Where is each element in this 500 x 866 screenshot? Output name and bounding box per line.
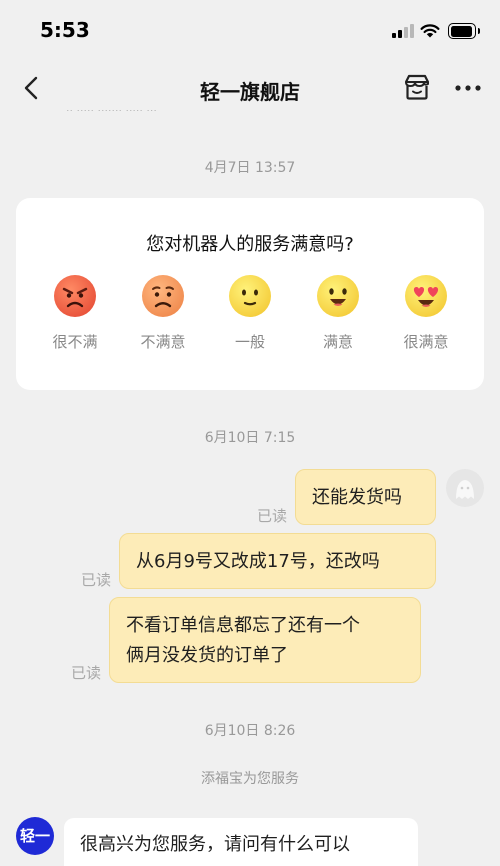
survey-question: 您对机器人的服务满意吗?: [146, 234, 354, 255]
rating-label: 满意: [322, 333, 353, 351]
rating-satisfied[interactable]: 满意: [302, 274, 374, 364]
status-time: 5:53: [40, 18, 90, 42]
status-bar: 5:53: [0, 0, 500, 60]
message-text: 还能发货吗: [312, 487, 402, 508]
message-bubble[interactable]: 还能发货吗: [295, 469, 436, 525]
rating-label: 很满意: [403, 333, 449, 351]
message-timestamp: 6月10日 8:26: [204, 723, 296, 739]
message-bubble[interactable]: 不看订单信息都忘了还有一个 俩月没发货的订单了: [109, 597, 421, 683]
bot-message-bubble[interactable]: 很高兴为您服务，请问有什么可以: [64, 818, 418, 866]
satisfaction-survey-card: 您对机器人的服务满意吗? 很不满 不满意 一般 满意 很满意: [16, 198, 484, 390]
chat-header: 轻一旗舰店: [0, 60, 500, 116]
read-status: 已读: [81, 571, 112, 589]
smile-face-icon: [317, 275, 359, 317]
wifi-icon: [420, 24, 440, 38]
message-timestamp: 4月7日 13:57: [204, 160, 296, 176]
rating-label: 很不满: [52, 333, 98, 351]
neutral-face-icon: [229, 275, 271, 317]
truncated-message-text: ·· ····· ······· ····· ···: [66, 110, 157, 117]
bot-avatar[interactable]: 轻一: [16, 817, 54, 855]
message-text: 从6月9号又改成17号，还改吗: [136, 551, 380, 572]
store-icon[interactable]: [401, 71, 433, 103]
message-text: 俩月没发货的订单了: [126, 645, 288, 666]
message-timestamp: 6月10日 7:15: [204, 430, 296, 446]
message-text: 不看订单信息都忘了还有一个: [126, 615, 360, 636]
heart-eyes-face-icon: [405, 275, 447, 317]
message-bubble[interactable]: 从6月9号又改成17号，还改吗: [119, 533, 436, 589]
message-text: 很高兴为您服务，请问有什么可以: [80, 834, 350, 855]
service-notice: 添福宝为您服务: [201, 771, 299, 787]
rating-very-satisfied[interactable]: 很满意: [390, 274, 462, 364]
angry-face-icon: [54, 275, 96, 317]
user-avatar-icon: [456, 480, 474, 499]
read-status: 已读: [71, 664, 102, 682]
rating-label: 一般: [234, 333, 265, 351]
more-horizontal-icon[interactable]: [452, 72, 484, 104]
frown-face-icon: [142, 275, 184, 317]
rating-very-unsatisfied[interactable]: 很不满: [39, 274, 111, 364]
cellular-signal-icon: [392, 24, 416, 38]
battery-icon: [448, 23, 480, 39]
rating-unsatisfied[interactable]: 不满意: [127, 274, 199, 364]
rating-label: 不满意: [140, 333, 186, 351]
read-status: 已读: [257, 507, 288, 525]
avatar[interactable]: [446, 469, 484, 507]
rating-neutral[interactable]: 一般: [214, 274, 286, 364]
